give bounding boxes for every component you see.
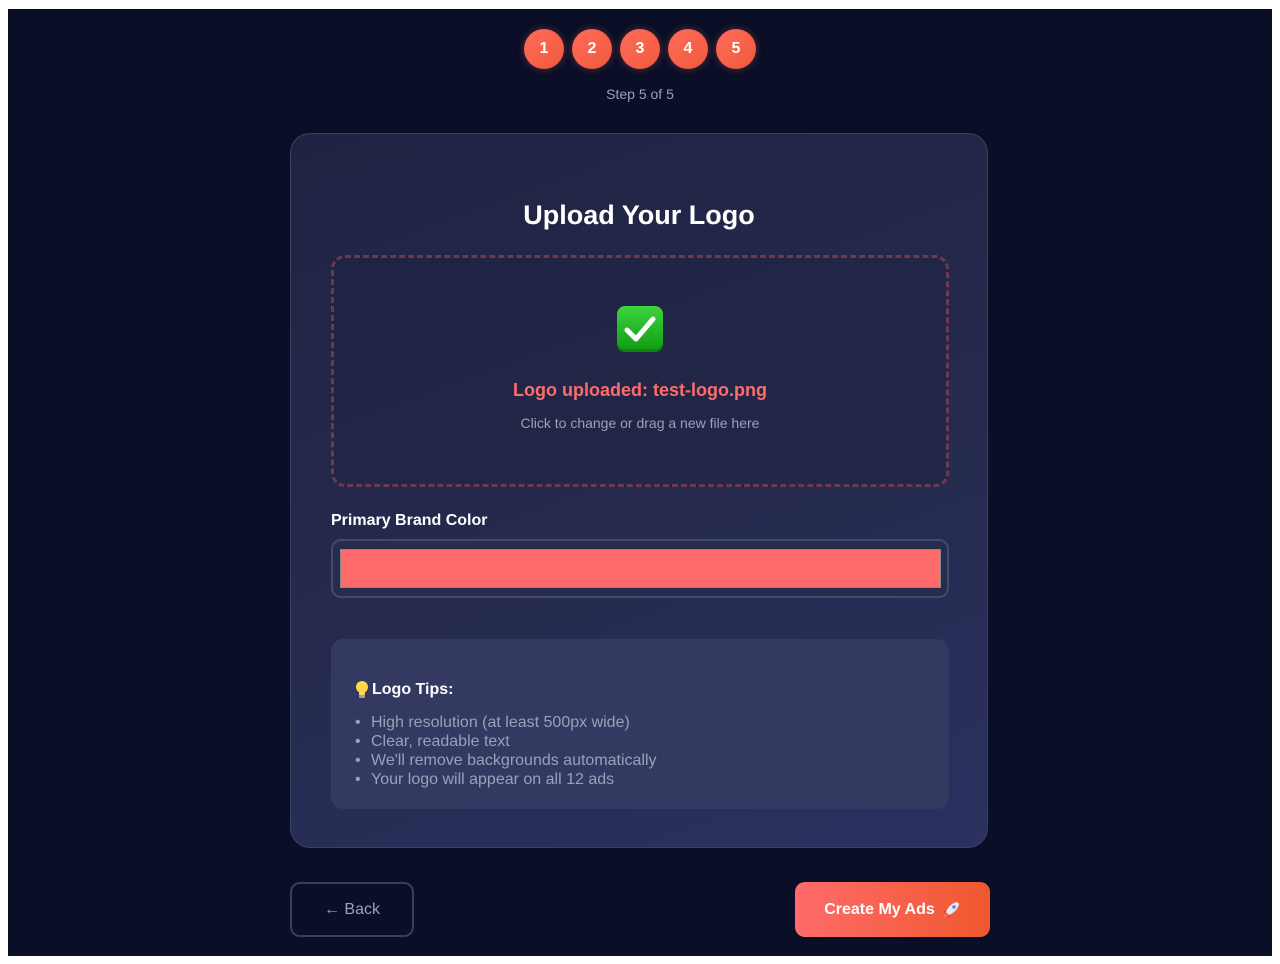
step-indicator: 1 2 3 4 5 [8,29,1272,69]
page-title: Upload Your Logo [523,200,755,230]
step-status-text: Step 5 of 5 [606,86,674,102]
back-label: ← Back [323,900,380,918]
step-5[interactable]: 5 [716,29,756,69]
step-1[interactable]: 1 [524,29,564,69]
step-3[interactable]: 3 [620,29,660,69]
app-root: 1 2 3 4 5 Step 5 of 5 Upload Your Logo L… [8,9,1272,956]
tip-item: High resolution (at least 500px wide) [353,713,657,732]
step-4[interactable]: 4 [668,29,708,69]
upload-hint: Click to change or drag a new file here [520,415,760,431]
brand-color-input[interactable] [340,549,941,588]
tip-item: Clear, readable text [353,732,657,751]
brand-color-label: Primary Brand Color [331,512,488,529]
create-label: Create My Ads [824,900,935,918]
step-2[interactable]: 2 [572,29,612,69]
upload-status: Logo uploaded: test-logo.png [513,380,767,400]
upload-logo-card: Upload Your Logo Logo uploaded: test-log… [290,133,988,848]
tips-heading: Logo Tips: [353,680,453,700]
light-bulb-icon [353,680,371,700]
create-my-ads-button[interactable]: Create My Ads [795,882,990,937]
logo-dropzone[interactable]: Logo uploaded: test-logo.png Click to ch… [331,255,949,487]
tip-item: We'll remove backgrounds automatically [353,751,657,770]
rocket-icon [941,900,961,920]
back-button[interactable]: ← Back [290,882,414,937]
brand-color-field[interactable] [331,539,949,598]
check-mark-button-icon [617,306,663,352]
tips-title: Logo Tips: [372,681,454,698]
tip-item: Your logo will appear on all 12 ads [353,770,657,789]
logo-tips-panel: Logo Tips: High resolution (at least 500… [331,639,949,809]
tips-list: High resolution (at least 500px wide) Cl… [353,713,657,789]
